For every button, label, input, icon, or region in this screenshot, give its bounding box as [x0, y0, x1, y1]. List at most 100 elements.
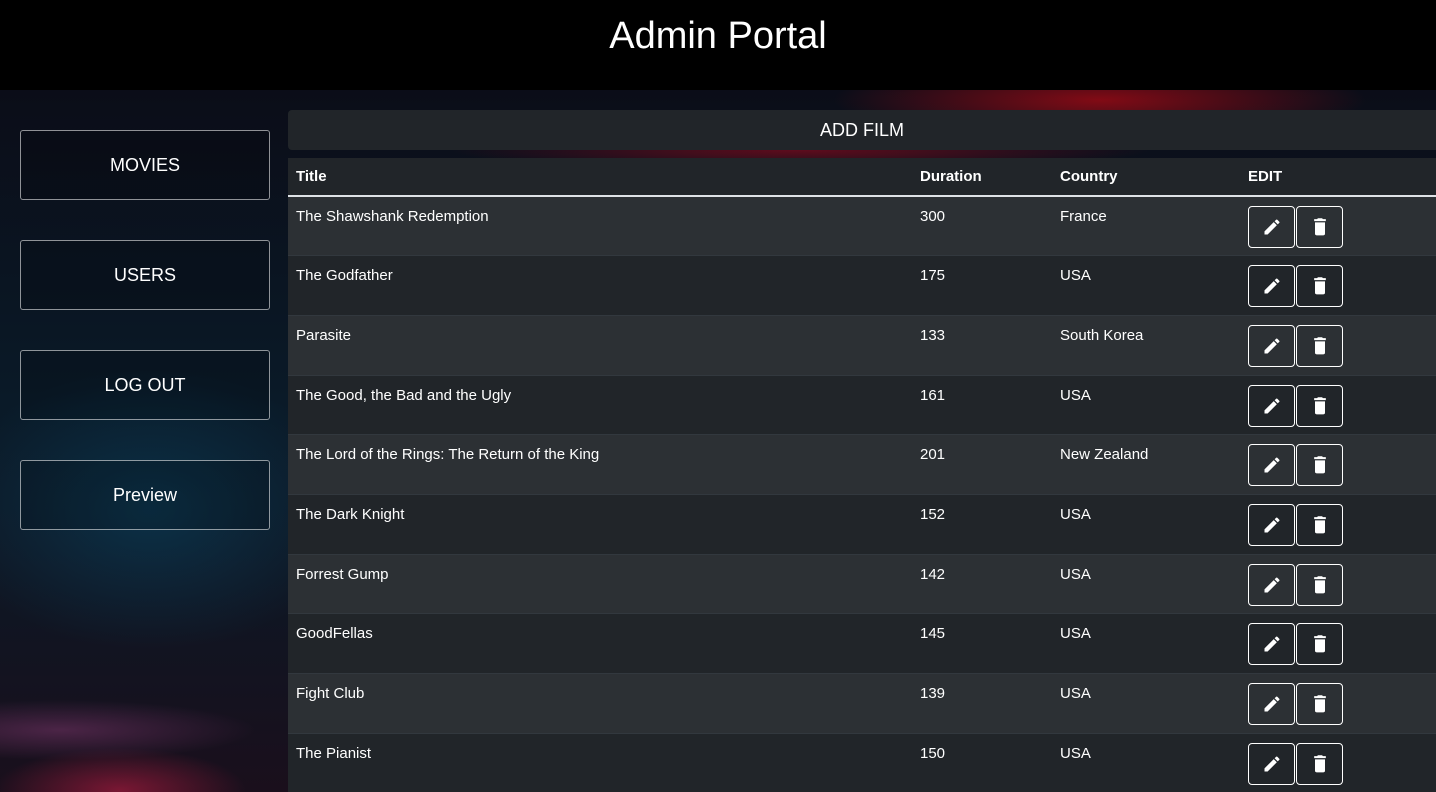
film-actions-cell [1240, 732, 1436, 792]
delete-film-button[interactable] [1296, 324, 1343, 367]
film-title-cell: The Good, the Bad and the Ugly [288, 374, 912, 435]
pencil-icon [1262, 754, 1282, 774]
film-title-cell: The Dark Knight [288, 493, 912, 555]
pencil-icon [1262, 336, 1282, 356]
table-row: The Pianist 150 USA [288, 732, 1436, 792]
trash-icon [1310, 396, 1330, 416]
trash-icon [1310, 754, 1330, 774]
film-title-cell: Parasite [288, 314, 912, 376]
film-duration-cell: 150 [912, 732, 1052, 792]
film-duration-cell: 300 [912, 195, 1052, 256]
delete-film-button[interactable] [1296, 742, 1343, 785]
film-title-cell: The Pianist [288, 732, 912, 792]
pencil-icon [1262, 575, 1282, 595]
column-header-duration: Duration [912, 158, 1052, 197]
film-duration-cell: 145 [912, 613, 1052, 674]
edit-film-button[interactable] [1248, 683, 1295, 725]
delete-film-button[interactable] [1296, 206, 1343, 248]
trash-icon [1310, 276, 1330, 296]
film-duration-cell: 142 [912, 553, 1052, 614]
delete-film-button[interactable] [1296, 265, 1343, 308]
edit-film-button[interactable] [1248, 324, 1295, 367]
film-duration-cell: 161 [912, 374, 1052, 435]
film-duration-cell: 152 [912, 493, 1052, 555]
film-title-cell: Fight Club [288, 673, 912, 734]
table-row: GoodFellas 145 USA [288, 613, 1436, 674]
table-row: The Godfather 175 USA [288, 255, 1436, 316]
table-row: The Shawshank Redemption 300 France [288, 195, 1436, 256]
table-row: Fight Club 139 USA [288, 673, 1436, 734]
pencil-icon [1262, 694, 1282, 714]
trash-icon [1310, 455, 1330, 475]
pencil-icon [1262, 396, 1282, 416]
edit-film-button[interactable] [1248, 206, 1295, 248]
users-button[interactable]: USERS [20, 240, 270, 310]
film-title-cell: The Lord of the Rings: The Return of the… [288, 434, 912, 495]
film-duration-cell: 175 [912, 255, 1052, 316]
trash-icon [1310, 515, 1330, 535]
film-country-cell: USA [1052, 255, 1240, 316]
film-country-cell: USA [1052, 732, 1240, 792]
column-header-country: Country [1052, 158, 1240, 197]
film-title-cell: Forrest Gump [288, 553, 912, 614]
trash-icon [1310, 694, 1330, 714]
pencil-icon [1262, 217, 1282, 237]
films-table: Title Duration Country EDIT The Shawshan… [288, 158, 1436, 792]
table-row: The Lord of the Rings: The Return of the… [288, 434, 1436, 495]
film-actions-cell [1240, 255, 1436, 316]
edit-film-button[interactable] [1248, 563, 1295, 606]
edit-film-button[interactable] [1248, 265, 1295, 308]
film-country-cell: France [1052, 195, 1240, 256]
film-duration-cell: 139 [912, 673, 1052, 734]
table-row: Parasite 133 South Korea [288, 314, 1436, 376]
log-out-button[interactable]: LOG OUT [20, 350, 270, 420]
pencil-icon [1262, 634, 1282, 654]
film-actions-cell [1240, 493, 1436, 555]
film-actions-cell [1240, 314, 1436, 376]
film-country-cell: USA [1052, 493, 1240, 555]
edit-film-button[interactable] [1248, 384, 1295, 427]
trash-icon [1310, 575, 1330, 595]
table-row: Forrest Gump 142 USA [288, 553, 1436, 614]
film-duration-cell: 133 [912, 314, 1052, 376]
add-film-button[interactable]: ADD FILM [288, 110, 1436, 150]
film-actions-cell [1240, 374, 1436, 435]
pencil-icon [1262, 455, 1282, 475]
delete-film-button[interactable] [1296, 444, 1343, 487]
film-actions-cell [1240, 613, 1436, 674]
film-country-cell: USA [1052, 374, 1240, 435]
film-actions-cell [1240, 673, 1436, 734]
film-actions-cell [1240, 434, 1436, 495]
delete-film-button[interactable] [1296, 503, 1343, 546]
delete-film-button[interactable] [1296, 384, 1343, 427]
delete-film-button[interactable] [1296, 683, 1343, 725]
pencil-icon [1262, 276, 1282, 296]
film-duration-cell: 201 [912, 434, 1052, 495]
movies-button[interactable]: MOVIES [20, 130, 270, 200]
table-row: The Good, the Bad and the Ugly 161 USA [288, 374, 1436, 435]
film-country-cell: USA [1052, 613, 1240, 674]
film-country-cell: South Korea [1052, 314, 1240, 376]
trash-icon [1310, 217, 1330, 237]
preview-button[interactable]: Preview [20, 460, 270, 530]
film-country-cell: USA [1052, 673, 1240, 734]
page-title: Admin Portal [609, 14, 827, 57]
edit-film-button[interactable] [1248, 444, 1295, 487]
sidebar: MOVIES USERS LOG OUT Preview [20, 130, 270, 570]
edit-film-button[interactable] [1248, 623, 1295, 666]
delete-film-button[interactable] [1296, 563, 1343, 606]
edit-film-button[interactable] [1248, 503, 1295, 546]
film-actions-cell [1240, 553, 1436, 614]
main-content: ADD FILM Title Duration Country EDIT The… [288, 110, 1436, 792]
trash-icon [1310, 336, 1330, 356]
table-row: The Dark Knight 152 USA [288, 493, 1436, 555]
film-country-cell: USA [1052, 553, 1240, 614]
table-header-row: Title Duration Country EDIT [288, 158, 1436, 197]
delete-film-button[interactable] [1296, 623, 1343, 666]
film-title-cell: The Shawshank Redemption [288, 195, 912, 256]
film-title-cell: The Godfather [288, 255, 912, 316]
pencil-icon [1262, 515, 1282, 535]
edit-film-button[interactable] [1248, 742, 1295, 785]
column-header-edit: EDIT [1240, 158, 1436, 197]
film-country-cell: New Zealand [1052, 434, 1240, 495]
